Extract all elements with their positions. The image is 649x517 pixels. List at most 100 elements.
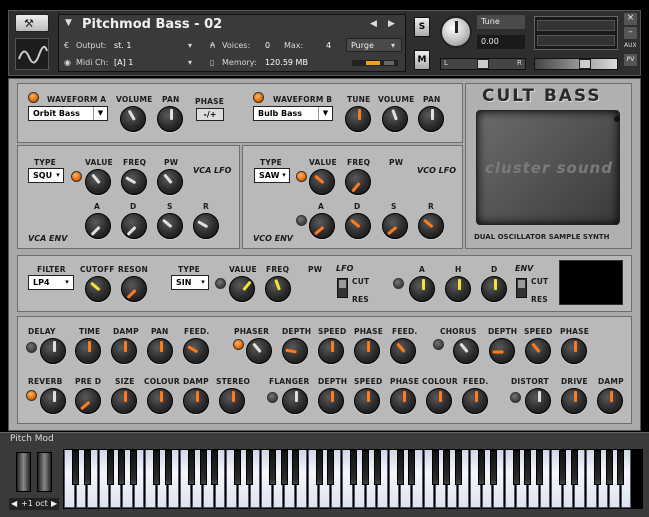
delay-pan-knob[interactable] xyxy=(147,338,173,364)
pan-slider[interactable]: L R xyxy=(440,58,526,70)
reson-knob[interactable] xyxy=(121,276,147,302)
flanger-speed-knob[interactable] xyxy=(354,388,380,414)
reverb-stereo-knob[interactable] xyxy=(219,388,245,414)
black-key[interactable] xyxy=(83,450,91,485)
filter-lfo-type-dropdown[interactable]: SIN ▾ xyxy=(171,275,209,290)
chorus-mix-knob[interactable] xyxy=(453,338,479,364)
collapse-icon[interactable]: ▼ xyxy=(65,18,72,28)
vca-freq-knob[interactable] xyxy=(121,169,147,195)
black-key[interactable] xyxy=(199,450,207,485)
flanger-led[interactable] xyxy=(267,392,278,403)
delay-feed-knob[interactable] xyxy=(183,338,209,364)
filter-value-knob[interactable] xyxy=(229,276,255,302)
aux-button[interactable]: AUX xyxy=(624,42,637,49)
vco-release-knob[interactable] xyxy=(418,213,444,239)
mod-wheel[interactable] xyxy=(37,452,52,492)
waveform-a-led[interactable] xyxy=(28,92,39,103)
vco-sustain-knob[interactable] xyxy=(382,213,408,239)
filter-type-dropdown[interactable]: LP4 ▾ xyxy=(28,275,74,290)
black-key[interactable] xyxy=(246,450,253,485)
black-key[interactable] xyxy=(153,450,161,485)
waveform-b-led[interactable] xyxy=(253,92,264,103)
black-key[interactable] xyxy=(373,450,381,485)
pan-a-knob[interactable] xyxy=(157,106,183,132)
waveform-b-dropdown[interactable]: Bulb Bass ▼ xyxy=(253,106,333,121)
midi-dropdown-icon[interactable]: ▾ xyxy=(188,58,192,67)
black-key[interactable] xyxy=(130,450,137,485)
distort-drive-knob[interactable] xyxy=(561,388,587,414)
filter-attack-knob[interactable] xyxy=(409,276,435,302)
vca-release-knob[interactable] xyxy=(193,213,219,239)
pv-button[interactable]: PV xyxy=(624,54,637,66)
reverb-colour-knob[interactable] xyxy=(147,388,173,414)
flanger-feed-knob[interactable] xyxy=(462,388,488,414)
solo-button[interactable]: S xyxy=(414,17,430,37)
flanger-colour-knob[interactable] xyxy=(426,388,452,414)
black-key[interactable] xyxy=(269,450,277,485)
black-key[interactable] xyxy=(478,450,485,485)
vca-value-knob[interactable] xyxy=(85,169,111,195)
black-key[interactable] xyxy=(431,450,439,485)
black-key[interactable] xyxy=(164,450,172,485)
black-key[interactable] xyxy=(454,450,462,485)
flanger-depth-knob[interactable] xyxy=(318,388,344,414)
filter-env-led[interactable] xyxy=(393,278,404,289)
tune-b-knob[interactable] xyxy=(345,106,371,132)
black-key[interactable] xyxy=(280,450,288,485)
black-key[interactable] xyxy=(512,450,520,485)
octave-selector[interactable]: ◀ +1 oct ▶ xyxy=(9,498,59,510)
reverb-led[interactable] xyxy=(26,390,37,401)
volume-a-knob[interactable] xyxy=(120,106,146,132)
purge-button[interactable]: Purge ▾ xyxy=(346,38,402,52)
pan-slider-handle[interactable] xyxy=(477,59,489,69)
distort-led[interactable] xyxy=(510,392,521,403)
black-key[interactable] xyxy=(570,450,578,485)
env-cut-res-switch[interactable] xyxy=(516,278,527,298)
delay-time-knob[interactable] xyxy=(75,338,101,364)
vco-decay-knob[interactable] xyxy=(345,213,371,239)
chorus-speed-knob[interactable] xyxy=(525,338,551,364)
vco-type-dropdown[interactable]: SAW ▾ xyxy=(254,168,290,183)
distort-mix-knob[interactable] xyxy=(525,388,551,414)
tune-knob[interactable] xyxy=(440,16,472,48)
black-key[interactable] xyxy=(559,450,567,485)
octave-up-icon[interactable]: ▶ xyxy=(51,499,57,508)
wrench-button[interactable]: ⚒ xyxy=(15,14,49,32)
octave-down-icon[interactable]: ◀ xyxy=(11,499,17,508)
black-key[interactable] xyxy=(118,450,126,485)
phaser-feed-knob[interactable] xyxy=(390,338,416,364)
flanger-mix-knob[interactable] xyxy=(282,388,308,414)
distort-damp-knob[interactable] xyxy=(597,388,623,414)
black-key[interactable] xyxy=(362,450,369,485)
pan-b-knob[interactable] xyxy=(418,106,444,132)
delay-led[interactable] xyxy=(26,342,37,353)
instrument-name[interactable]: Pitchmod Bass - 02 xyxy=(82,17,222,32)
prev-instrument-icon[interactable]: ◀ xyxy=(370,19,377,29)
phaser-mix-knob[interactable] xyxy=(246,338,272,364)
black-key[interactable] xyxy=(327,450,335,485)
black-key[interactable] xyxy=(536,450,543,485)
minimize-button[interactable]: – xyxy=(624,27,637,39)
black-key[interactable] xyxy=(350,450,358,485)
phaser-depth-knob[interactable] xyxy=(282,338,308,364)
black-key[interactable] xyxy=(594,450,601,485)
vco-freq-knob[interactable] xyxy=(345,169,371,195)
vca-type-dropdown[interactable]: SQU ▾ xyxy=(28,168,64,183)
black-key[interactable] xyxy=(489,450,497,485)
mute-button[interactable]: M xyxy=(414,50,430,70)
chorus-depth-knob[interactable] xyxy=(489,338,515,364)
midi-value[interactable]: [A] 1 xyxy=(114,58,133,67)
black-key[interactable] xyxy=(396,450,404,485)
vco-env-led[interactable] xyxy=(296,215,307,226)
waveform-a-dropdown[interactable]: Orbit Bass ▼ xyxy=(28,106,108,121)
black-key[interactable] xyxy=(292,450,300,485)
vca-lfo-led[interactable] xyxy=(71,171,82,182)
flanger-phase-knob[interactable] xyxy=(390,388,416,414)
output-dropdown-icon[interactable]: ▾ xyxy=(188,41,192,50)
filter-decay-knob[interactable] xyxy=(481,276,507,302)
black-key[interactable] xyxy=(106,450,114,485)
black-key[interactable] xyxy=(443,450,451,485)
lfo-cut-res-switch[interactable] xyxy=(337,278,348,298)
black-key[interactable] xyxy=(524,450,532,485)
reverb-damp-knob[interactable] xyxy=(183,388,209,414)
